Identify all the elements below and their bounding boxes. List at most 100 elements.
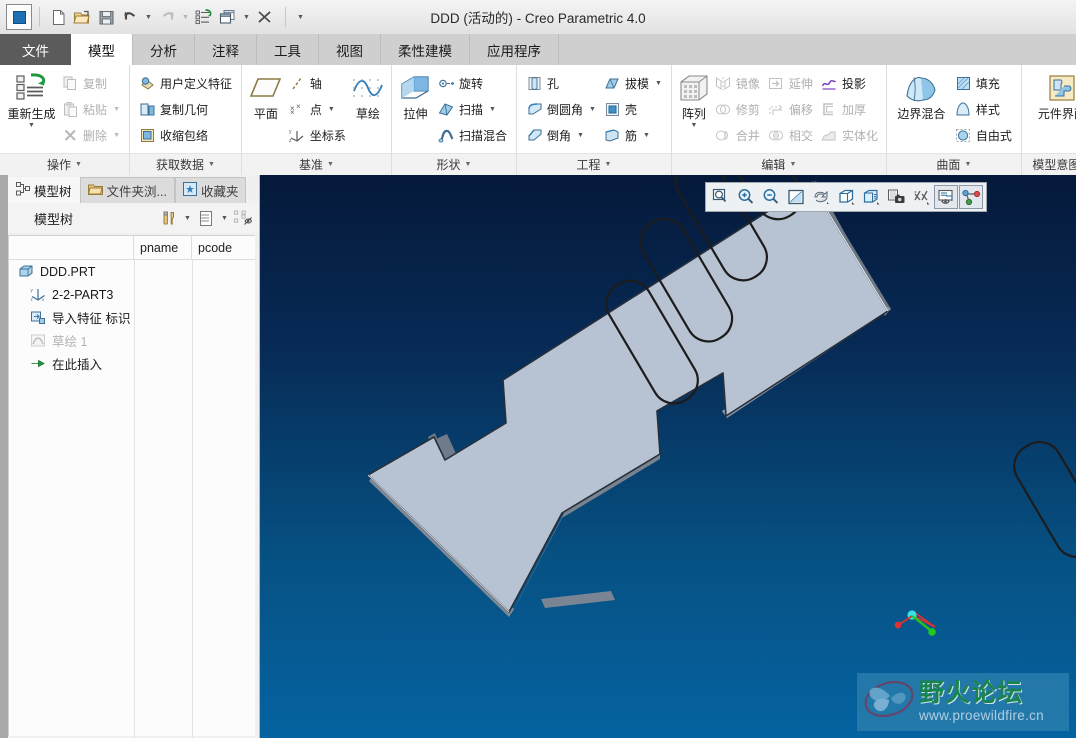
tree-row-sketch[interactable]: 草绘 1 [9, 329, 255, 352]
group-label-editing[interactable]: 编辑 ▼ [671, 153, 886, 175]
zoom-window-icon[interactable] [709, 185, 733, 209]
paste-button[interactable]: 粘贴 ▼ [58, 96, 124, 122]
group-label-model-intent[interactable]: 模型意图 ▼ [1021, 153, 1076, 175]
group-label-operations[interactable]: 操作 ▼ [0, 153, 129, 175]
tab-annotate[interactable]: 注释 [195, 34, 257, 65]
tab-model[interactable]: 模型 [71, 34, 133, 65]
customize-qat-chevron-down-icon[interactable]: ▼ [295, 6, 306, 28]
delete-chevron-down-icon[interactable]: ▼ [113, 132, 120, 139]
spin-center-icon[interactable] [959, 185, 983, 209]
group-label-shapes[interactable]: 形状 ▼ [392, 153, 516, 175]
tree-row-csys[interactable]: yzx 2-2-PART3 [9, 283, 255, 306]
filters-chevron-down-icon[interactable]: ▼ [219, 207, 230, 229]
tab-file[interactable]: 文件 [0, 34, 71, 65]
sweep-button[interactable]: 扫描 ▼ [434, 96, 511, 122]
copy-geometry-button[interactable]: 复制几何 [135, 96, 236, 122]
freestyle-button[interactable]: 自由式 [951, 122, 1016, 148]
tab-model-tree[interactable]: 模型树 [8, 177, 80, 203]
datum-point-button[interactable]: × × × 点 ▼ [285, 96, 350, 122]
round-chevron-down-icon[interactable]: ▼ [589, 106, 596, 113]
tree-column-pcode[interactable]: pcode [192, 236, 254, 259]
copy-button[interactable]: 复制 [58, 70, 124, 96]
regenerate-icon[interactable] [193, 6, 215, 28]
tab-analysis[interactable]: 分析 [133, 34, 195, 65]
settings-tools-icon[interactable] [159, 207, 179, 229]
group-label-engineering[interactable]: 工程 ▼ [517, 153, 671, 175]
round-button[interactable]: 倒圆角 ▼ [522, 96, 600, 122]
project-button[interactable]: 投影 [817, 70, 882, 96]
regenerate-chevron-down-icon[interactable]: ▼ [28, 122, 35, 130]
reorient-icon[interactable] [809, 185, 833, 209]
shell-button[interactable]: 壳 [600, 96, 666, 122]
datum-display-filters-icon[interactable]: × [909, 185, 933, 209]
zoom-out-icon[interactable] [759, 185, 783, 209]
shrinkwrap-button[interactable]: 收缩包络 [135, 122, 236, 148]
creo-app-icon[interactable] [6, 4, 32, 30]
group-label-surfaces[interactable]: 曲面 ▼ [886, 153, 1021, 175]
open-folder-icon[interactable] [71, 6, 93, 28]
trim-button[interactable]: 修剪 [711, 96, 764, 122]
close-x-icon[interactable] [254, 6, 276, 28]
tab-flexible-modeling[interactable]: 柔性建模 [381, 34, 470, 65]
delete-button[interactable]: 删除 ▼ [58, 122, 124, 148]
tab-applications[interactable]: 应用程序 [470, 34, 559, 65]
hole-button[interactable]: 孔 [522, 70, 600, 96]
new-document-icon[interactable] [47, 6, 69, 28]
datum-plane-button[interactable]: 平面 [247, 68, 285, 121]
undo-arrow-icon[interactable] [119, 6, 141, 28]
tree-column-name[interactable] [9, 236, 134, 259]
swept-blend-button[interactable]: 扫描混合 [434, 122, 511, 148]
datum-point-chevron-down-icon[interactable]: ▼ [328, 106, 335, 113]
paste-chevron-down-icon[interactable]: ▼ [113, 106, 120, 113]
rib-chevron-down-icon[interactable]: ▼ [643, 132, 650, 139]
redo-dropdown-chevron-down-icon[interactable]: ▼ [180, 6, 191, 28]
udf-button[interactable]: 用户定义特征 [135, 70, 236, 96]
merge-button[interactable]: 合并 [711, 122, 764, 148]
pattern-button[interactable]: 阵列 ▼ [677, 68, 711, 130]
group-label-datum[interactable]: 基准 ▼ [242, 153, 391, 175]
save-disk-icon[interactable] [95, 6, 117, 28]
component-interface-button[interactable]: 元件界面 [1027, 68, 1076, 121]
zoom-in-icon[interactable] [734, 185, 758, 209]
view-manager-icon[interactable] [859, 185, 883, 209]
refit-icon[interactable] [784, 185, 808, 209]
coordinate-system-button[interactable]: yz 坐标系 [285, 122, 350, 148]
annotation-display-icon[interactable] [934, 185, 958, 209]
tree-display-icon[interactable] [233, 207, 253, 229]
window-stack-icon[interactable] [217, 6, 239, 28]
group-chevron-down-icon[interactable]: ▼ [789, 161, 796, 168]
tab-tools[interactable]: 工具 [257, 34, 319, 65]
redo-arrow-icon[interactable] [156, 6, 178, 28]
chamfer-button[interactable]: 倒角 ▼ [522, 122, 600, 148]
boundary-blend-button[interactable]: 边界混合 [892, 68, 951, 121]
fill-button[interactable]: 填充 [951, 70, 1016, 96]
mirror-button[interactable]: 镜像 [711, 70, 764, 96]
offset-button[interactable]: 偏移 [764, 96, 817, 122]
model-3d-view[interactable] [260, 175, 1076, 738]
saved-orientations-icon[interactable] [834, 185, 858, 209]
thicken-button[interactable]: 加厚 [817, 96, 882, 122]
rib-button[interactable]: 筋 ▼ [600, 122, 666, 148]
group-chevron-down-icon[interactable]: ▼ [327, 161, 334, 168]
revolve-button[interactable]: 旋转 [434, 70, 511, 96]
group-chevron-down-icon[interactable]: ▼ [604, 161, 611, 168]
tree-row-import-feature[interactable]: 导入特征 标识 [9, 306, 255, 329]
solidify-button[interactable]: 实体化 [817, 122, 882, 148]
tab-favorites[interactable]: 收藏夹 [174, 177, 247, 203]
sweep-chevron-down-icon[interactable]: ▼ [489, 106, 496, 113]
tree-row-part[interactable]: DDD.PRT [9, 260, 255, 283]
group-chevron-down-icon[interactable]: ▼ [75, 161, 82, 168]
tree-column-pname[interactable]: pname [134, 236, 192, 259]
extend-button[interactable]: 延伸 [764, 70, 817, 96]
tab-folder-browser[interactable]: 文件夹浏... [79, 177, 175, 203]
tab-view[interactable]: 视图 [319, 34, 381, 65]
draft-chevron-down-icon[interactable]: ▼ [655, 80, 662, 87]
window-dropdown-chevron-down-icon[interactable]: ▼ [241, 6, 252, 28]
extrude-button[interactable]: 拉伸 [397, 68, 434, 121]
pattern-chevron-down-icon[interactable]: ▼ [690, 122, 697, 130]
group-chevron-down-icon[interactable]: ▼ [208, 161, 215, 168]
sketch-button[interactable]: 草绘 [350, 68, 386, 121]
graphics-viewport[interactable]: × 野火论坛 www.proewildfire.cn [260, 175, 1076, 738]
style-button[interactable]: 样式 [951, 96, 1016, 122]
regenerate-button[interactable]: 重新生成 ▼ [5, 68, 58, 130]
